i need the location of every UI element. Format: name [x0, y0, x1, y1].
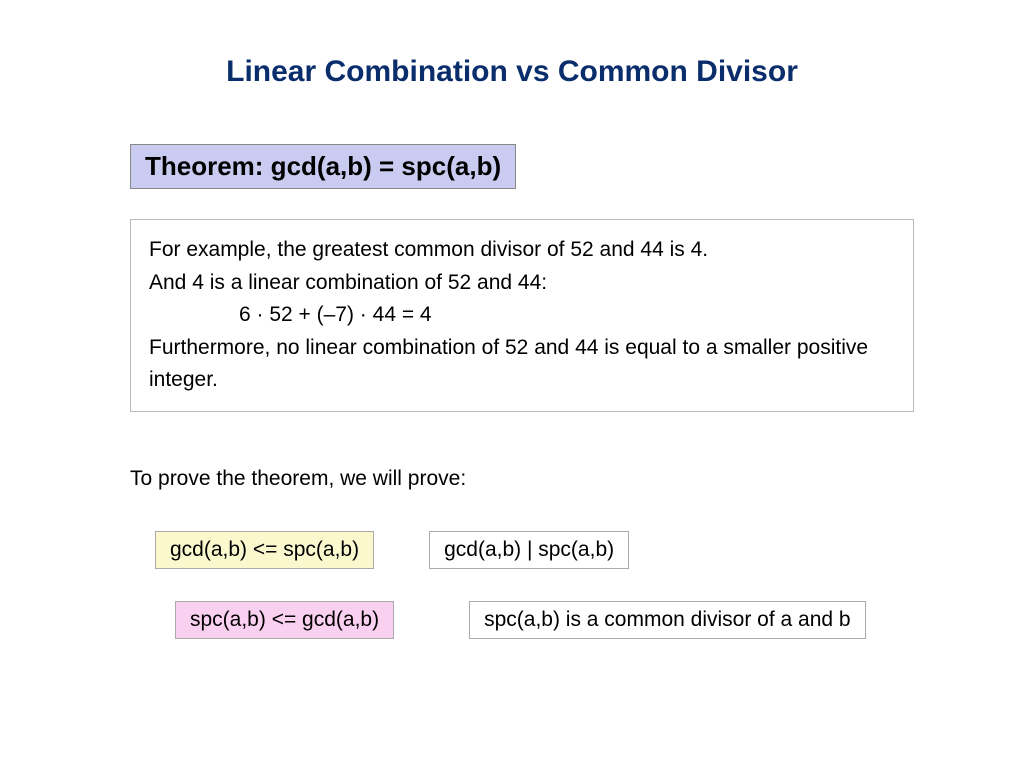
example-box: For example, the greatest common divisor…	[130, 219, 914, 412]
claim-gcd-leq-spc: gcd(a,b) <= spc(a,b)	[155, 531, 374, 569]
example-line-1: For example, the greatest common divisor…	[149, 234, 895, 267]
claim-spc-leq-gcd: spc(a,b) <= gcd(a,b)	[175, 601, 394, 639]
claim-row-1: gcd(a,b) <= spc(a,b) gcd(a,b) | spc(a,b)	[155, 531, 924, 569]
example-line-2: And 4 is a linear combination of 52 and …	[149, 267, 895, 300]
claim-row-2: spc(a,b) <= gcd(a,b) spc(a,b) is a commo…	[175, 601, 924, 639]
theorem-box: Theorem: gcd(a,b) = spc(a,b)	[130, 144, 516, 189]
prove-intro: To prove the theorem, we will prove:	[130, 467, 924, 491]
claim-spc-common-divisor: spc(a,b) is a common divisor of a and b	[469, 601, 866, 639]
example-equation: 6 · 52 + (–7) · 44 = 4	[149, 299, 895, 332]
example-line-3: Furthermore, no linear combination of 52…	[149, 332, 895, 397]
claim-gcd-divides-spc: gcd(a,b) | spc(a,b)	[429, 531, 629, 569]
slide-title: Linear Combination vs Common Divisor	[100, 55, 924, 89]
